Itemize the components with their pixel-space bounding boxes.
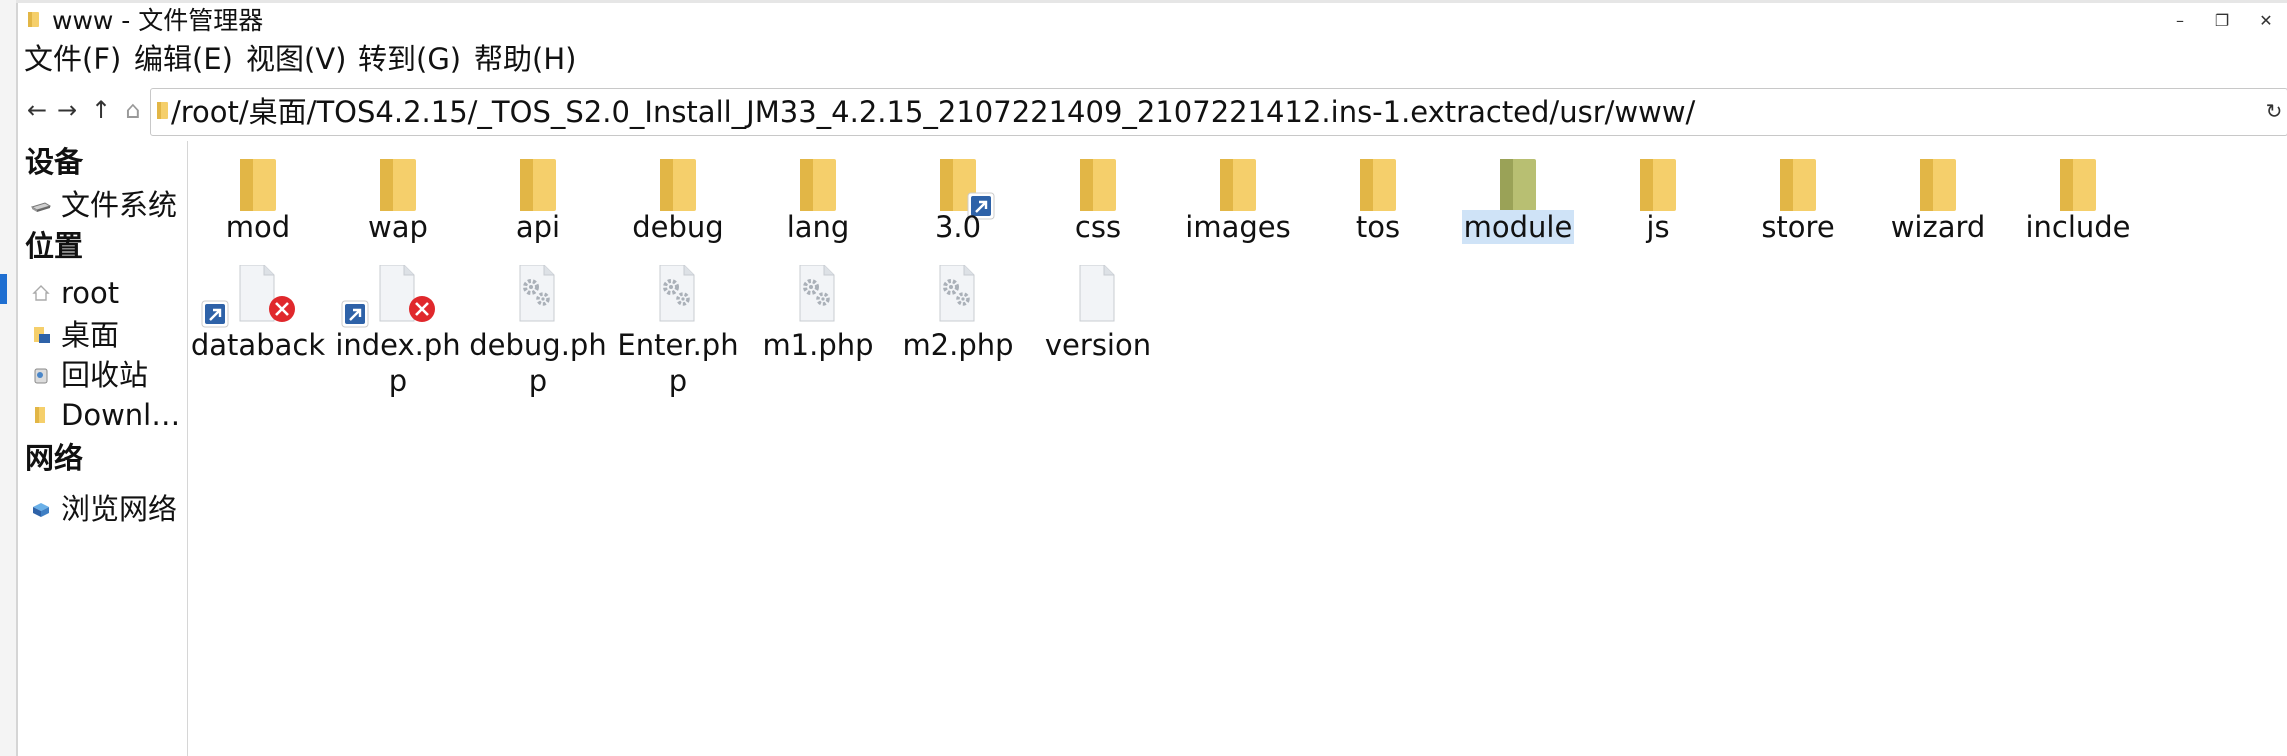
file-name-line1: m1.php (762, 328, 874, 362)
file-name-line1: m2.php (902, 328, 1014, 362)
window-title: www - 文件管理器 (52, 6, 264, 35)
file-name-line1: Enter.ph (617, 328, 739, 362)
network-icon (33, 503, 49, 517)
title-bar[interactable]: www - 文件管理器 – ❐ ✕ (16, 3, 2287, 37)
file-name: tos (1355, 210, 1401, 244)
sidebar-heading-network: 网络 (25, 441, 84, 475)
sidebar-item-label: 回收站 (61, 358, 149, 392)
up-arrow-icon[interactable]: ↑ (88, 95, 114, 125)
sidebar-heading-places: 位置 (25, 229, 84, 263)
folder-icon (35, 407, 45, 423)
forward-arrow-icon[interactable]: → (54, 95, 80, 125)
home-icon (32, 285, 50, 301)
location-path-text[interactable]: /root/桌面/TOS4.2.15/_TOS_S2.0_Install_JM3… (171, 95, 1695, 129)
folder-icon (28, 12, 39, 27)
file-name-line1: debug.ph (469, 328, 607, 362)
toolbar: ← → ↑ ⌂ /root/桌面/TOS4.2.15/_TOS_S2.0_Ins… (16, 84, 2287, 138)
file-name: store (1761, 210, 1835, 244)
menu-help[interactable]: 帮助(H) (474, 39, 576, 79)
menu-file[interactable]: 文件(F) (24, 39, 121, 79)
sidebar-item-label: 浏览网络 (61, 492, 178, 526)
menu-go[interactable]: 转到(G) (358, 39, 461, 79)
drive-icon (31, 202, 51, 212)
file-name-line2: p (388, 364, 408, 398)
file-name-line1: index.ph (335, 328, 461, 362)
file-name: js (1646, 210, 1670, 244)
menu-view[interactable]: 视图(V) (246, 39, 346, 79)
sidebar-item-label: root (61, 276, 120, 310)
back-arrow-icon[interactable]: ← (24, 95, 50, 125)
sidebar-item-label: 文件系统 (61, 188, 178, 222)
file-name: include (2025, 210, 2131, 244)
sidebar: 设备 文件系统 位置 root 桌面 回收站 Downl… 网络 浏览网络 (16, 141, 188, 756)
sidebar-item-label: Downl… (61, 398, 181, 432)
file-name: 3.0 (934, 210, 982, 244)
file-name: images (1185, 210, 1291, 244)
file-name-line2: p (668, 364, 688, 398)
file-name: debug (632, 210, 724, 244)
trash-icon (34, 368, 48, 384)
file-name-line2: p (528, 364, 548, 398)
file-view[interactable]: mod wap api debug lang 3.0 css images to… (188, 141, 2287, 756)
file-name: lang (786, 210, 850, 244)
home-icon[interactable]: ⌂ (120, 95, 146, 125)
file-name: api (515, 210, 561, 244)
desktop-folder-icon (34, 327, 50, 343)
file-name: wap (368, 210, 428, 244)
file-name: wizard (1890, 210, 1986, 244)
sidebar-item-label: 桌面 (61, 318, 120, 352)
menu-bar: 文件(F) 编辑(E) 视图(V) 转到(G) 帮助(H) (16, 37, 2287, 83)
sidebar-heading-devices: 设备 (25, 145, 84, 179)
maximize-button[interactable]: ❐ (2208, 7, 2236, 35)
file-name-line1: databack (190, 328, 326, 362)
minimize-button[interactable]: – (2166, 7, 2194, 35)
close-button[interactable]: ✕ (2252, 7, 2280, 35)
file-name: mod (225, 210, 291, 244)
background-window-accent (0, 274, 7, 304)
file-name: module (1461, 210, 1575, 244)
reload-icon[interactable]: ↻ (2263, 99, 2285, 123)
file-name-line1: version (1044, 328, 1152, 362)
folder-icon (157, 102, 168, 119)
file-name: css (1074, 210, 1122, 244)
location-bar[interactable]: /root/桌面/TOS4.2.15/_TOS_S2.0_Install_JM3… (150, 88, 2287, 136)
menu-edit[interactable]: 编辑(E) (134, 39, 233, 79)
